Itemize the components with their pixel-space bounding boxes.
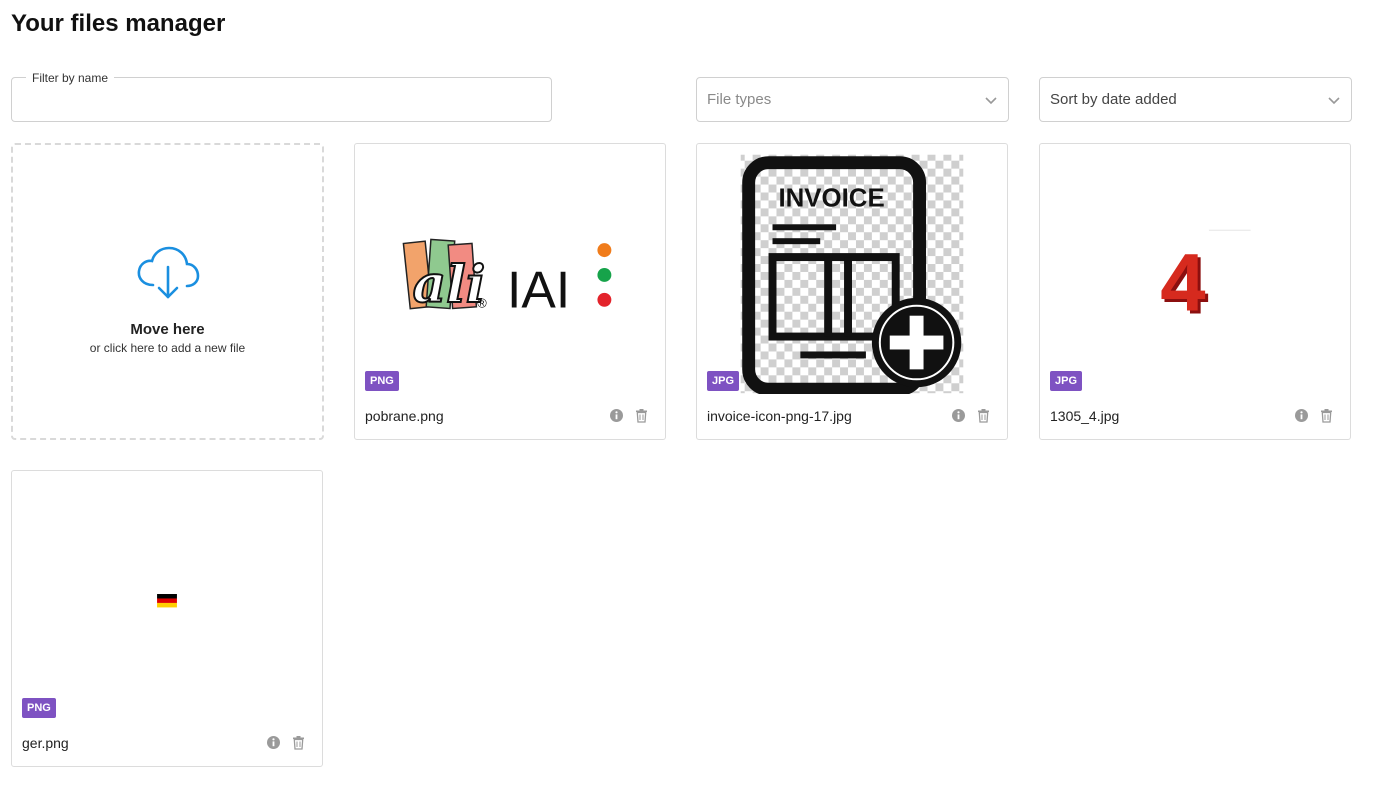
svg-text:®: ® [477, 296, 487, 311]
filter-by-name-field[interactable]: Filter by name [11, 70, 552, 122]
info-icon[interactable] [951, 408, 966, 423]
trash-icon[interactable] [976, 408, 991, 423]
file-type-badge: JPG [707, 371, 740, 391]
svg-text:INVOICE: INVOICE [778, 184, 884, 212]
sort-select[interactable]: Sort by date added [1039, 77, 1352, 122]
upload-dropzone[interactable]: Move here or click here to add a new fil… [11, 143, 324, 440]
svg-text:4: 4 [1160, 238, 1205, 329]
file-types-select[interactable]: File types [696, 77, 1009, 122]
file-name: ger.png [22, 735, 69, 751]
file-types-value: File types [707, 91, 772, 108]
iai-logo-image: ali ® IAI [402, 238, 612, 319]
dropzone-title: Move here [130, 320, 205, 338]
trash-icon[interactable] [634, 408, 649, 423]
chevron-down-icon [1328, 96, 1340, 104]
file-card[interactable]: ali ® IAI PNG pobrane.png [354, 143, 666, 440]
info-icon[interactable] [1294, 408, 1309, 423]
invoice-image: INVOICE [740, 154, 964, 394]
file-thumbnail: 4 4 [1160, 229, 1251, 332]
file-type-badge: PNG [365, 371, 399, 391]
page-title: Your files manager [11, 10, 226, 37]
svg-text:IAI: IAI [507, 261, 570, 319]
cloud-download-icon [137, 246, 199, 298]
file-card[interactable]: 4 4 JPG 1305_4.jpg [1039, 143, 1351, 440]
file-type-badge: PNG [22, 698, 56, 718]
file-thumbnail: ali ® IAI [402, 238, 612, 319]
file-name: pobrane.png [365, 408, 444, 424]
dropzone-subtitle: or click here to add a new file [89, 340, 246, 355]
info-icon[interactable] [609, 408, 624, 423]
sort-value: Sort by date added [1050, 91, 1177, 108]
trash-icon[interactable] [291, 735, 306, 750]
german-flag-image [157, 594, 177, 608]
file-thumbnail: INVOICE [740, 154, 964, 394]
file-name: invoice-icon-png-17.jpg [707, 408, 852, 424]
file-card[interactable]: INVOICE JPG invoice-icon-png-17.jpg [696, 143, 1008, 440]
chevron-down-icon [985, 96, 997, 104]
info-icon[interactable] [266, 735, 281, 750]
number-four-image: 4 4 [1160, 229, 1251, 332]
file-thumbnail [157, 594, 177, 608]
file-type-badge: JPG [1050, 371, 1083, 391]
filter-input[interactable] [12, 78, 551, 121]
svg-text:ali: ali [413, 254, 486, 315]
file-card[interactable]: PNG ger.png [11, 470, 323, 767]
file-name: 1305_4.jpg [1050, 408, 1120, 424]
trash-icon[interactable] [1319, 408, 1334, 423]
